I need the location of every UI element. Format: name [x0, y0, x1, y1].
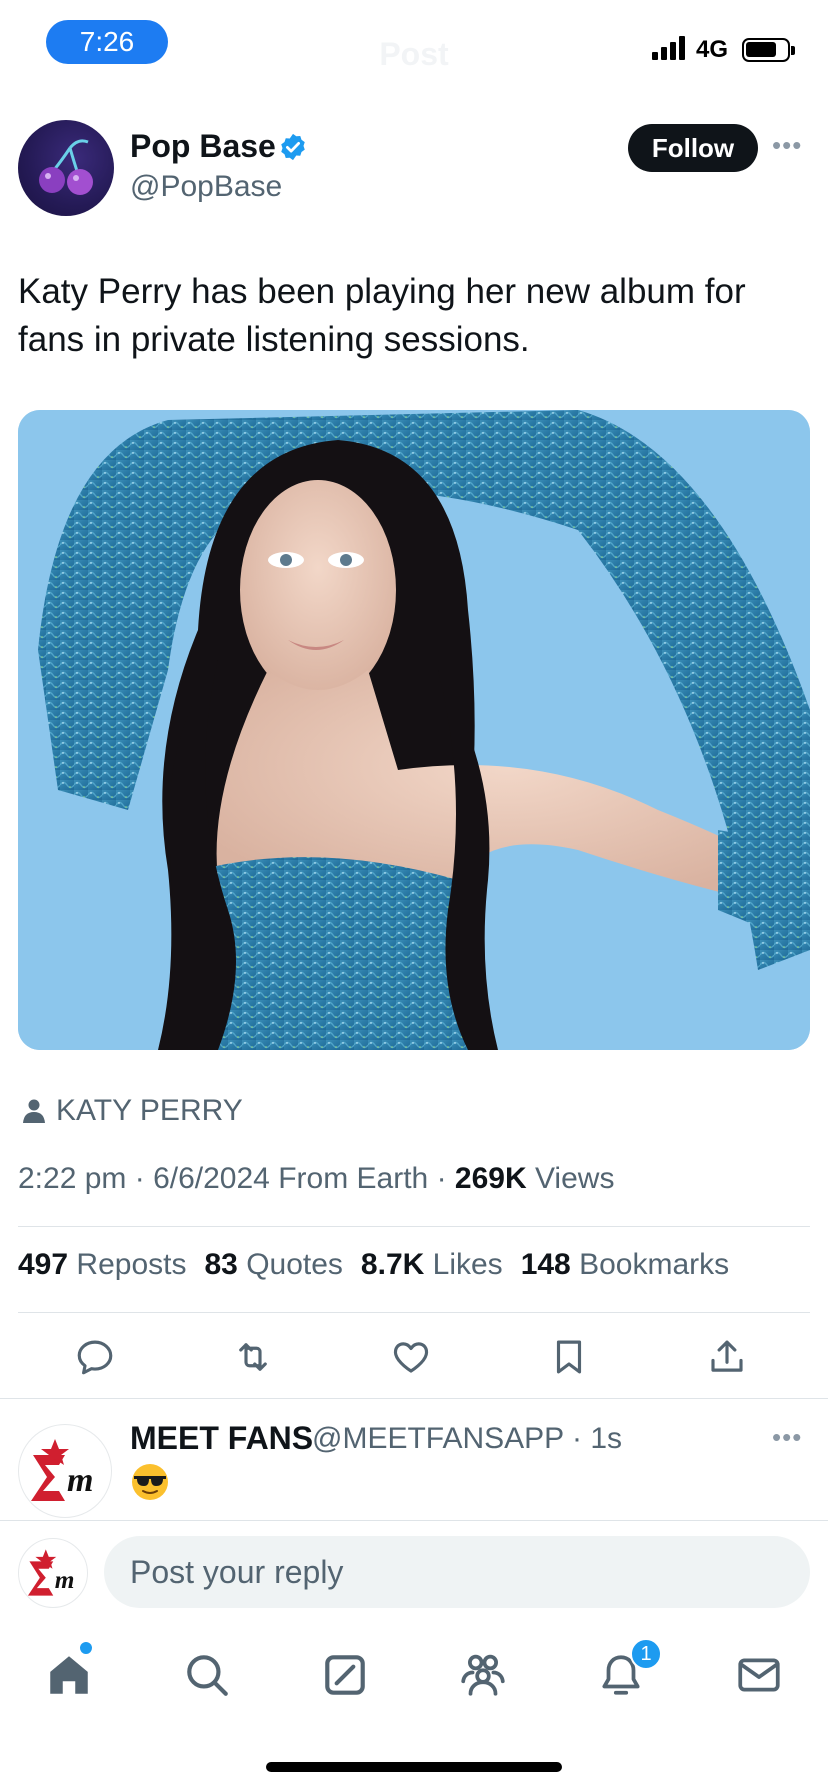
more-options-icon[interactable]: •••	[772, 130, 802, 161]
divider	[18, 1226, 810, 1227]
messages-icon[interactable]	[734, 1650, 784, 1700]
tagged-user-name[interactable]: KATY PERRY	[56, 1094, 243, 1128]
reply-age: 1s	[590, 1422, 622, 1455]
bookmark-icon[interactable]	[548, 1336, 590, 1378]
notification-count-badge: 1	[630, 1638, 662, 1670]
divider	[0, 1520, 828, 1521]
tweet-source: From Earth	[278, 1162, 429, 1195]
meta-separator: ·	[571, 1422, 591, 1455]
svg-text:m: m	[67, 1462, 93, 1499]
tweet-date: 6/6/2024	[153, 1162, 270, 1195]
views-label: Views	[534, 1162, 615, 1195]
verified-badge-icon	[281, 133, 305, 161]
reply-input[interactable]	[104, 1536, 810, 1608]
share-icon[interactable]	[706, 1336, 748, 1378]
sunglasses-emoji-icon	[132, 1464, 168, 1500]
quotes-stat[interactable]: 83 Quotes	[204, 1248, 342, 1282]
divider	[18, 1312, 810, 1313]
engagement-stats: 497 Reposts 83 Quotes 8.7K Likes 148 Boo…	[18, 1248, 729, 1282]
svg-text:m: m	[55, 1566, 75, 1594]
action-bar	[0, 1326, 828, 1386]
tweet-meta: 2:22 pm · 6/6/2024 From Earth · 269K Vie…	[18, 1162, 614, 1196]
reply-author-handle[interactable]: @MEETFANSAPP	[312, 1422, 564, 1455]
battery-icon	[742, 38, 795, 62]
reply-meta: @MEETFANSAPP · 1s	[312, 1422, 622, 1456]
likes-stat[interactable]: 8.7K Likes	[361, 1248, 503, 1282]
divider	[0, 1398, 828, 1399]
home-icon[interactable]	[44, 1650, 94, 1700]
repost-icon[interactable]	[232, 1336, 274, 1378]
views-count: 269K	[454, 1162, 527, 1195]
tweet-time: 2:22 pm	[18, 1162, 127, 1195]
search-icon[interactable]	[182, 1650, 232, 1700]
author-name[interactable]: Pop Base	[130, 128, 276, 165]
meta-separator: ·	[436, 1162, 455, 1195]
reply-more-options-icon[interactable]: •••	[772, 1422, 802, 1453]
compose-avatar[interactable]: m	[18, 1538, 88, 1608]
home-indicator	[266, 1762, 562, 1772]
author-avatar[interactable]	[18, 120, 114, 216]
signal-icon	[652, 36, 688, 60]
meta-separator: ·	[134, 1162, 154, 1195]
reply-icon[interactable]	[74, 1336, 116, 1378]
tweet-text: Katy Perry has been playing her new albu…	[18, 272, 746, 359]
grok-icon[interactable]	[320, 1650, 370, 1700]
tweet-media-image[interactable]	[18, 410, 810, 1050]
reply-avatar[interactable]: m	[18, 1424, 112, 1518]
like-icon[interactable]	[390, 1336, 432, 1378]
person-icon	[23, 1099, 45, 1123]
follow-button[interactable]: Follow	[628, 124, 758, 172]
network-label: 4G	[696, 36, 729, 63]
status-bar: 7:26 Post 4G	[0, 0, 828, 96]
author-handle[interactable]: @PopBase	[130, 170, 282, 204]
tagged-user[interactable]: KATY PERRY	[22, 1094, 243, 1128]
reposts-stat[interactable]: 497 Reposts	[18, 1248, 186, 1282]
communities-icon[interactable]	[458, 1650, 508, 1700]
reply-author-name[interactable]: MEET FANS	[130, 1420, 313, 1457]
bookmarks-stat[interactable]: 148 Bookmarks	[521, 1248, 729, 1282]
